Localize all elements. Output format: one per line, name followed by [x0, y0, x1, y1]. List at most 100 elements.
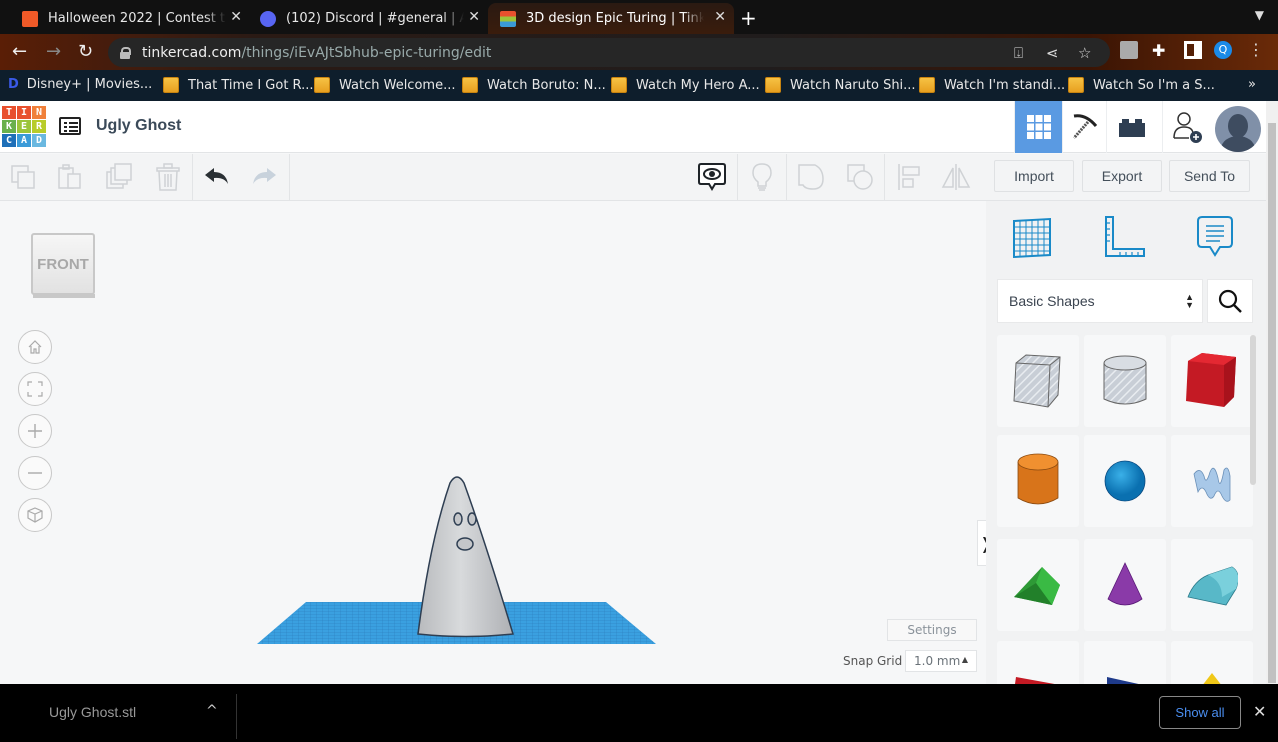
- projection-toggle-button[interactable]: [18, 498, 52, 532]
- view-cube-base: [33, 294, 95, 298]
- minecraft-view-button[interactable]: [1062, 101, 1106, 153]
- reload-icon[interactable]: ↻: [78, 41, 93, 62]
- send-to-button[interactable]: Send To: [1169, 160, 1250, 192]
- workplane-viewport[interactable]: FRONT Settings Snap Grid 1.0 mm ▲: [0, 201, 994, 684]
- cone-icon: [1107, 562, 1143, 606]
- download-item[interactable]: Ugly Ghost.stl: [49, 704, 136, 720]
- shapes-scrollbar[interactable]: [1250, 335, 1256, 485]
- 3d-design-view-button[interactable]: [1014, 101, 1062, 153]
- shape-round-roof[interactable]: [1171, 539, 1253, 631]
- tab-close-icon[interactable]: ✕: [714, 9, 726, 25]
- chevron-up-icon[interactable]: ^: [206, 703, 218, 719]
- paste-button[interactable]: [53, 160, 87, 194]
- page-scrollbar-thumb[interactable]: [1268, 123, 1276, 683]
- shape-cylinder[interactable]: [997, 435, 1079, 527]
- back-icon[interactable]: ←: [12, 41, 27, 62]
- group-button[interactable]: [794, 160, 828, 194]
- import-button[interactable]: Import: [994, 160, 1074, 192]
- shape-wedge[interactable]: [1084, 641, 1166, 684]
- tab-close-icon[interactable]: ✕: [230, 9, 242, 25]
- shape-box[interactable]: [1171, 335, 1253, 427]
- shape-roof[interactable]: [997, 539, 1079, 631]
- invite-user-button[interactable]: [1162, 101, 1212, 153]
- duplicate-button[interactable]: [102, 160, 136, 194]
- view-cube[interactable]: FRONT: [31, 233, 95, 299]
- bookmark-star-icon[interactable]: ☆: [1078, 44, 1091, 62]
- design-title[interactable]: Ugly Ghost: [96, 117, 181, 135]
- ruler-tool-button[interactable]: [1102, 215, 1146, 259]
- notes-toggle-button[interactable]: [695, 160, 729, 194]
- bookmark-item[interactable]: D Disney+ | Movies...: [8, 77, 152, 92]
- bookmark-item[interactable]: Watch Boruto: N...: [462, 77, 606, 93]
- mirror-button[interactable]: [939, 160, 973, 194]
- delete-button[interactable]: [151, 160, 185, 194]
- grid-icon: [1026, 115, 1051, 139]
- extension-icon[interactable]: [1120, 41, 1138, 59]
- settings-button[interactable]: Settings: [887, 619, 977, 641]
- bookmark-item[interactable]: Watch I'm standi...: [919, 77, 1065, 93]
- scribble-icon: [1193, 467, 1231, 502]
- browser-tab-active[interactable]: 3D design Epic Turing | Tinkercad ✕: [488, 3, 734, 34]
- redo-button[interactable]: [247, 160, 281, 194]
- shape-library-select[interactable]: Basic Shapes ▲ ▼: [997, 279, 1203, 323]
- address-bar[interactable]: tinkercad.com/things/iEvAJtSbhub-epic-tu…: [108, 38, 1110, 67]
- puzzle-icon[interactable]: ✚: [1152, 41, 1170, 60]
- design-list-icon[interactable]: [59, 117, 81, 135]
- lego-view-button[interactable]: [1106, 101, 1156, 153]
- browser-tab[interactable]: (102) Discord | #general | ASE ✕: [248, 3, 488, 34]
- fit-view-button[interactable]: [18, 372, 52, 406]
- page-scrollbar[interactable]: [1266, 101, 1278, 684]
- shape-pyramid[interactable]: [1171, 641, 1253, 684]
- shape-sphere[interactable]: [1084, 435, 1166, 527]
- bookmark-item[interactable]: Watch So I'm a S...: [1068, 77, 1215, 93]
- 3d-scene[interactable]: [250, 461, 670, 651]
- view-cube-front[interactable]: FRONT: [31, 233, 95, 295]
- bookmark-item[interactable]: Watch Naruto Shi...: [765, 77, 916, 93]
- new-tab-button[interactable]: +: [740, 6, 757, 30]
- bookmark-item[interactable]: That Time I Got R...: [163, 77, 314, 93]
- bookmark-item[interactable]: Watch Welcome...: [314, 77, 455, 93]
- user-avatar[interactable]: [1215, 106, 1261, 152]
- ghost-model[interactable]: [417, 476, 514, 638]
- notes-tool-button[interactable]: [1194, 215, 1238, 259]
- tab-search-icon[interactable]: ▼: [1255, 8, 1264, 22]
- align-button[interactable]: [892, 160, 926, 194]
- home-view-button[interactable]: [18, 330, 52, 364]
- ghost-mouth[interactable]: [456, 537, 474, 551]
- lock-icon: [120, 46, 131, 59]
- browser-menu-icon[interactable]: ⋮: [1248, 41, 1266, 59]
- copy-button[interactable]: [6, 160, 40, 194]
- export-button[interactable]: Export: [1082, 160, 1162, 192]
- install-icon[interactable]: ⍗: [1014, 44, 1023, 62]
- shape-box-hole[interactable]: [997, 335, 1079, 427]
- undo-button[interactable]: [200, 160, 234, 194]
- bookmarks-overflow[interactable]: »: [1248, 77, 1256, 92]
- shape-search-button[interactable]: [1207, 279, 1253, 323]
- shape-scribble[interactable]: [1171, 435, 1253, 527]
- profile-avatar[interactable]: Q: [1214, 41, 1232, 59]
- zoom-in-button[interactable]: [18, 414, 52, 448]
- share-icon[interactable]: ⋖: [1046, 44, 1059, 62]
- lightbulb-icon: [752, 163, 772, 191]
- ghost-left-eye[interactable]: [453, 512, 463, 526]
- tab-close-icon[interactable]: ✕: [468, 9, 480, 25]
- zoom-out-button[interactable]: [18, 456, 52, 490]
- forward-icon[interactable]: →: [46, 41, 61, 62]
- bookmark-item[interactable]: Watch My Hero A...: [611, 77, 760, 93]
- side-panel-icon[interactable]: [1184, 41, 1202, 59]
- tinkercad-logo[interactable]: T I N K E R C A D: [2, 106, 46, 147]
- light-button[interactable]: [745, 160, 779, 194]
- shape-cone[interactable]: [1084, 539, 1166, 631]
- shape-text[interactable]: [997, 641, 1079, 684]
- snap-grid-select[interactable]: 1.0 mm ▲: [905, 650, 977, 672]
- close-downloads-icon[interactable]: ✕: [1253, 702, 1266, 721]
- undo-icon: [205, 168, 228, 184]
- toolbar-divider: [786, 154, 787, 201]
- ghost-right-eye[interactable]: [467, 512, 477, 526]
- browser-tab[interactable]: Halloween 2022 | Contest them ✕: [10, 3, 250, 34]
- ungroup-button[interactable]: [843, 160, 877, 194]
- workplane-tool-button[interactable]: [1010, 215, 1054, 259]
- shape-cylinder-hole[interactable]: [1084, 335, 1166, 427]
- sphere-icon: [1104, 460, 1146, 502]
- show-all-button[interactable]: Show all: [1159, 696, 1241, 729]
